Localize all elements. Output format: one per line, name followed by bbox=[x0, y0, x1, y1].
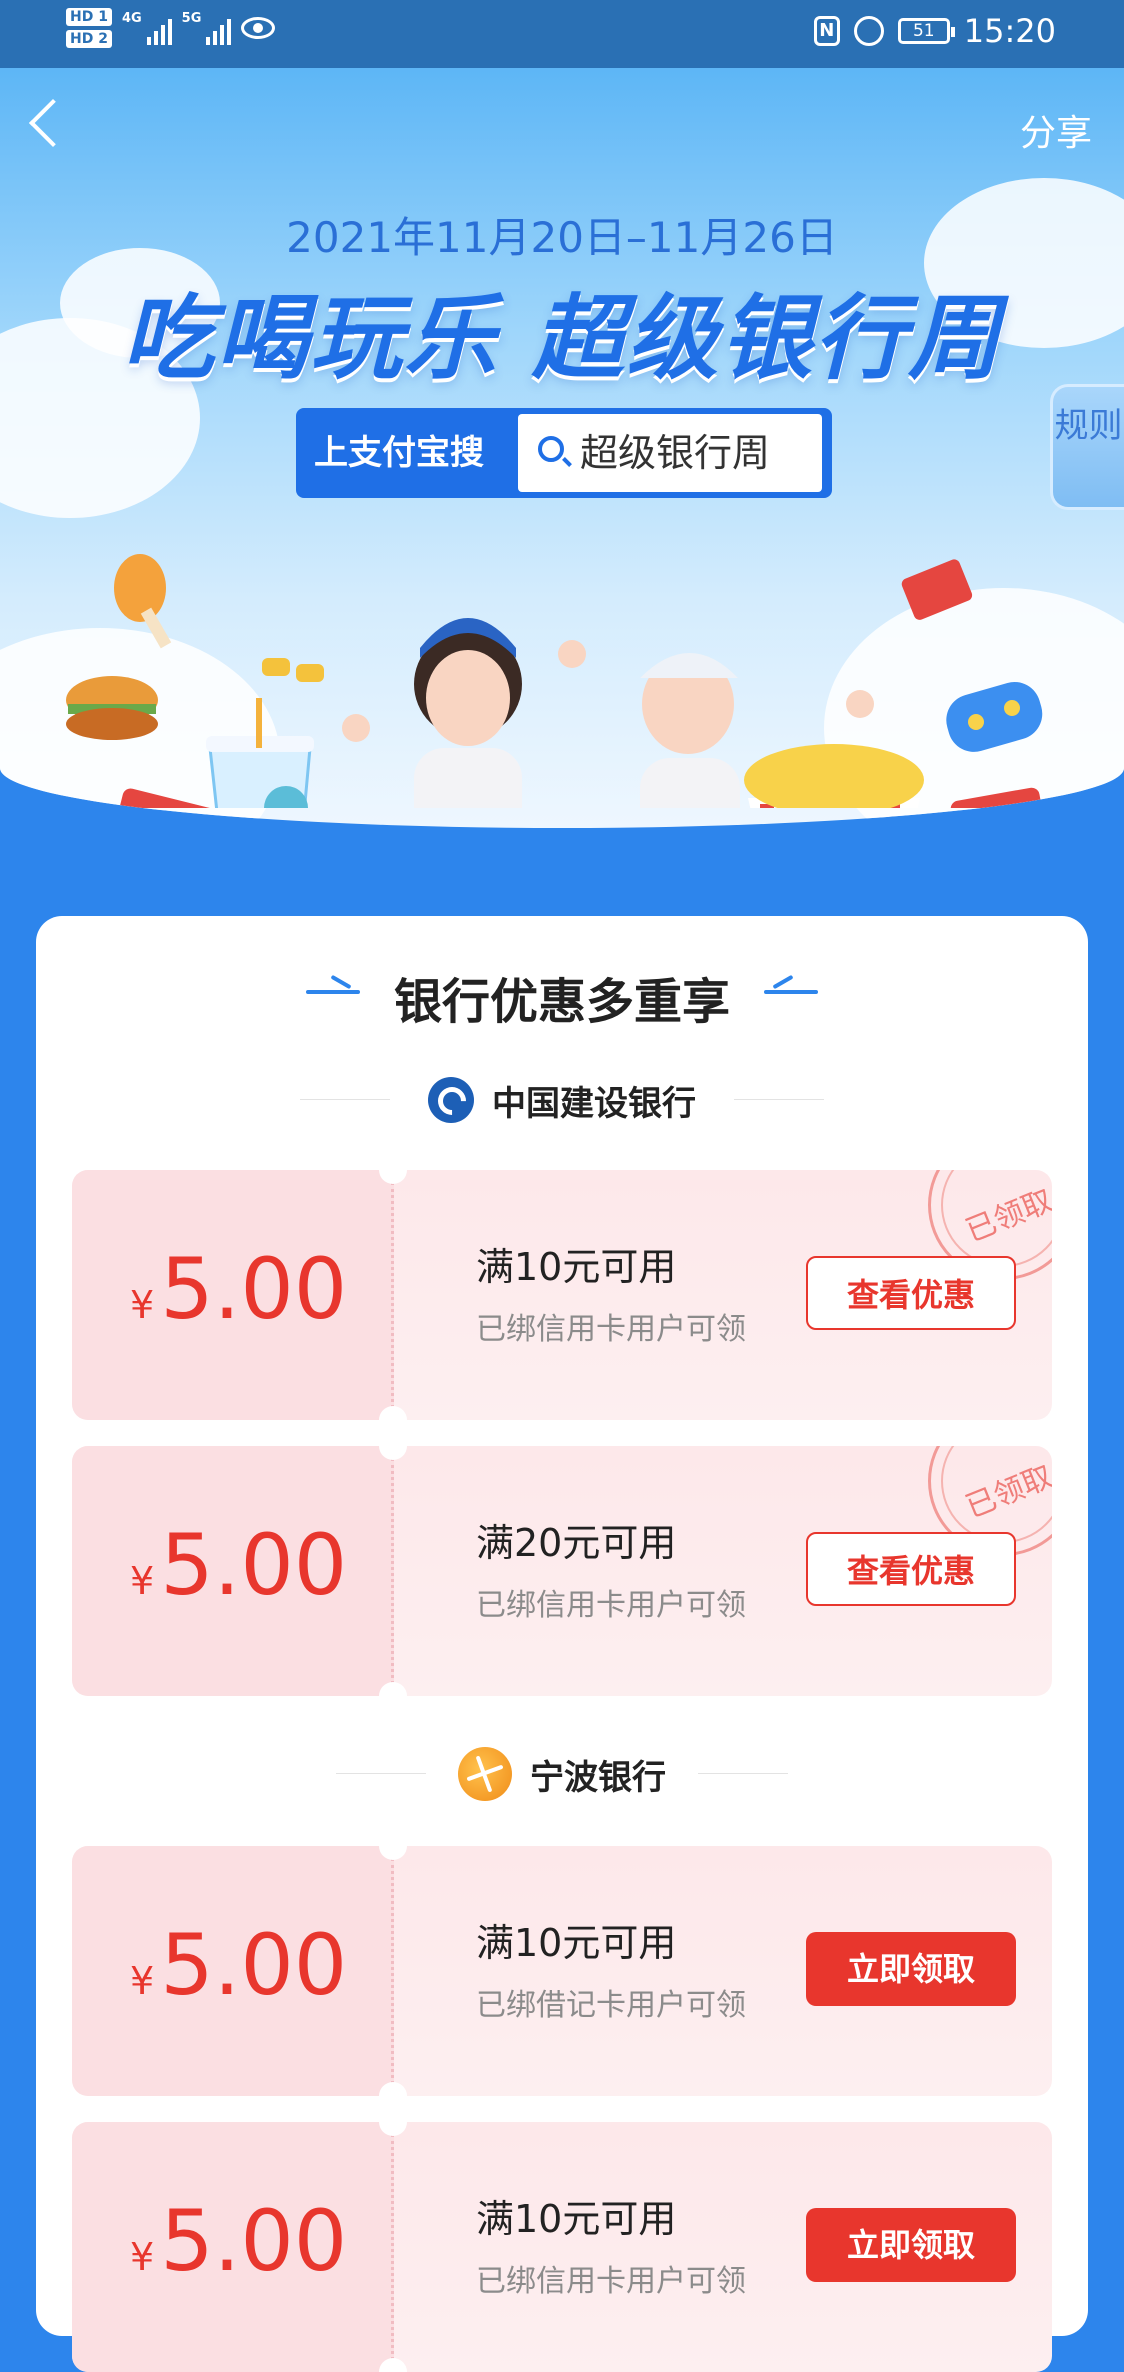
drink-cup-icon bbox=[206, 698, 314, 808]
stamp-text: 已领取 bbox=[961, 1183, 1052, 1250]
hero-banner: 分享 2021年11月20日–11月26日 吃喝玩乐 超级银行周 上支付宝搜 超… bbox=[0, 68, 1124, 828]
burger-icon bbox=[66, 676, 158, 740]
search-keyword: 超级银行周 bbox=[580, 431, 771, 475]
currency-symbol: ¥ bbox=[130, 2235, 155, 2279]
sim-indicators: HD 1 HD 2 bbox=[66, 8, 112, 48]
currency-symbol: ¥ bbox=[130, 1959, 155, 2003]
stamp-text: 已领取 bbox=[961, 1459, 1052, 1526]
nfc-icon: N bbox=[813, 16, 840, 46]
chicken-leg-icon bbox=[114, 554, 172, 649]
network-1-label: 4G bbox=[121, 11, 142, 26]
coupon-amount: ¥5.00 bbox=[130, 1516, 347, 1614]
status-left: HD 1 HD 2 4G 5G bbox=[66, 8, 276, 48]
red-envelope-icon bbox=[110, 788, 221, 808]
view-offer-button[interactable]: 查看优惠 bbox=[806, 1532, 1016, 1606]
event-date-range: 2021年11月20日–11月26日 bbox=[286, 213, 838, 262]
splash-decoration-right bbox=[758, 974, 824, 998]
divider-line bbox=[300, 1099, 390, 1100]
currency-symbol: ¥ bbox=[130, 1559, 155, 1603]
red-envelope-icon bbox=[901, 559, 973, 620]
coupon-card: ¥5.00 满10元可用 已绑信用卡用户可领 立即领取 bbox=[72, 2122, 1052, 2372]
coupon-requirement: 已绑信用卡用户可领 bbox=[476, 2264, 746, 2299]
battery-icon: 51 bbox=[897, 18, 955, 44]
signal-1-icon: 4G bbox=[122, 11, 172, 45]
eye-comfort-icon bbox=[241, 17, 276, 39]
section-title: 银行优惠多重享 bbox=[393, 974, 730, 1030]
coupon-condition: 满10元可用 bbox=[476, 1245, 677, 1289]
status-right: N 51 15:20 bbox=[813, 12, 1056, 50]
claim-now-button[interactable]: 立即领取 bbox=[806, 2208, 1016, 2282]
search-hint-box[interactable]: 上支付宝搜 超级银行周 bbox=[296, 408, 832, 498]
amount-value: 5.00 bbox=[160, 1240, 348, 1338]
divider-line bbox=[336, 1773, 426, 1774]
sunglasses-icon bbox=[262, 658, 324, 682]
amount-value: 5.00 bbox=[160, 2192, 348, 2290]
back-arrow-icon[interactable] bbox=[28, 98, 78, 148]
search-icon bbox=[538, 436, 564, 462]
popcorn-bucket-icon bbox=[744, 744, 924, 808]
search-field[interactable]: 超级银行周 bbox=[518, 414, 822, 492]
sim2-badge: HD 2 bbox=[66, 30, 112, 48]
coupon-amount: ¥5.00 bbox=[130, 2192, 347, 2290]
coupon-amount: ¥5.00 bbox=[130, 1916, 347, 2014]
share-button[interactable]: 分享 bbox=[1020, 104, 1092, 156]
bank-name: 宁波银行 bbox=[530, 1757, 666, 1798]
alarm-icon bbox=[853, 16, 884, 46]
network-2-label: 5G bbox=[181, 11, 202, 26]
claim-now-button[interactable]: 立即领取 bbox=[806, 1932, 1016, 2006]
currency-symbol: ¥ bbox=[130, 1283, 155, 1327]
coupon-card: ¥5.00 满10元可用 已绑信用卡用户可领 已领取 查看优惠 bbox=[72, 1170, 1052, 1420]
view-offer-button[interactable]: 查看优惠 bbox=[806, 1256, 1016, 1330]
gamepad-icon bbox=[946, 682, 1043, 752]
coupon-condition: 满10元可用 bbox=[476, 1921, 677, 1965]
ccb-logo-icon bbox=[428, 1077, 474, 1123]
coupon-requirement: 已绑信用卡用户可领 bbox=[476, 1312, 746, 1347]
search-prefix-label: 上支付宝搜 bbox=[314, 433, 484, 473]
rules-tab[interactable]: 规则 bbox=[1050, 384, 1124, 510]
coupon-requirement: 已绑信用卡用户可领 bbox=[476, 1588, 746, 1623]
ningbo-bank-logo-icon bbox=[458, 1747, 512, 1801]
bank-header-ningbo: 宁波银行 bbox=[36, 1747, 1088, 1801]
status-bar: HD 1 HD 2 4G 5G N 51 15:20 bbox=[0, 0, 1124, 68]
bank-header-ccb: 中国建设银行 bbox=[36, 1074, 1088, 1126]
coupon-perforation bbox=[391, 1458, 394, 1684]
signal-2-icon: 5G bbox=[182, 11, 232, 45]
bank-offers-card: 银行优惠多重享 中国建设银行 ¥5.00 满10元可用 已绑信用卡用户可领 已领… bbox=[36, 916, 1088, 2372]
divider-line bbox=[734, 1099, 824, 1100]
clock: 15:20 bbox=[963, 12, 1056, 50]
event-title: 吃喝玩乐 超级银行周 bbox=[121, 285, 1003, 392]
amount-value: 5.00 bbox=[160, 1516, 348, 1614]
sim1-badge: HD 1 bbox=[66, 8, 112, 26]
coupon-amount: ¥5.00 bbox=[130, 1240, 347, 1338]
coupon-condition: 满20元可用 bbox=[476, 1521, 677, 1565]
divider-line bbox=[698, 1773, 788, 1774]
red-envelope-icon bbox=[950, 787, 1048, 808]
character-girl bbox=[342, 618, 522, 808]
bank-name: 中国建设银行 bbox=[492, 1083, 696, 1124]
coupon-requirement: 已绑借记卡用户可领 bbox=[476, 1988, 746, 2023]
amount-value: 5.00 bbox=[160, 1916, 348, 2014]
coupon-perforation bbox=[391, 1858, 394, 2084]
coupon-card: ¥5.00 满20元可用 已绑信用卡用户可领 已领取 查看优惠 bbox=[72, 1446, 1052, 1696]
coupon-condition: 满10元可用 bbox=[476, 2197, 677, 2241]
coupon-perforation bbox=[391, 1182, 394, 1408]
coupon-perforation bbox=[391, 2134, 394, 2360]
coupon-card: ¥5.00 满10元可用 已绑借记卡用户可领 立即领取 bbox=[72, 1846, 1052, 2096]
hero-illustration bbox=[66, 554, 1048, 808]
